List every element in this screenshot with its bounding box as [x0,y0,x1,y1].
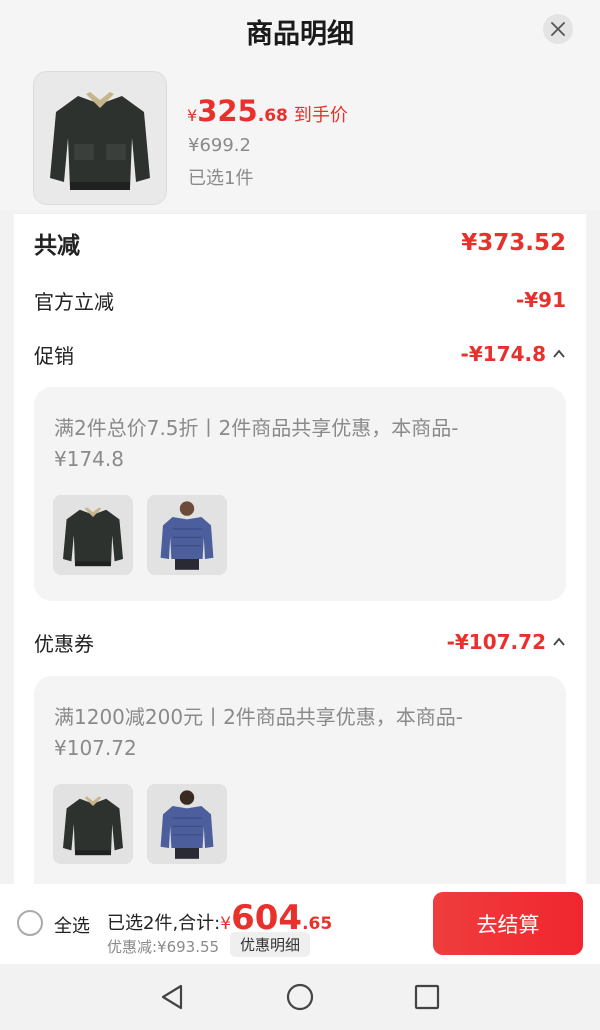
total-discount-row: 共减 ¥373.52 [34,228,566,259]
coupon-label: 优惠券 [34,631,94,656]
coupon-detail-box: 满1200减200元丨2件商品共享优惠，本商品-¥107.72 [34,676,566,884]
system-nav-bar [0,964,600,1030]
discount-breakdown-card: 共减 ¥373.52 官方立减 -¥91 促销 -¥174.8 满2件总价7.5… [14,214,586,884]
select-all-label[interactable]: 全选 [54,912,90,938]
coupon-description: 满1200减200元丨2件商品共享优惠，本商品-¥107.72 [54,705,464,760]
promo-label: 促销 [34,343,74,368]
selected-count: 已选1件 [188,168,254,189]
official-discount-row: 官方立减 -¥91 [34,285,566,315]
close-icon [551,22,565,36]
price-decimal: .68 [257,106,288,126]
blue-puffer-jacket-image [160,790,214,859]
promo-description: 满2件总价7.5折丨2件商品共享优惠，本商品-¥174.8 [54,416,459,471]
checkout-bar: 全选 已选2件,合计:¥604.65 优惠减:¥693.55 优惠明细 去结算 [0,884,600,964]
coupon-row[interactable]: 优惠券 -¥107.72 [34,627,566,657]
back-button[interactable] [157,982,187,1012]
select-all-radio[interactable] [17,910,43,936]
home-button[interactable] [285,982,315,1012]
chevron-up-icon[interactable] [552,347,566,361]
promo-value: -¥174.8 [460,342,546,366]
page-title: 商品明细 [246,19,354,50]
promo-detail-box: 满2件总价7.5折丨2件商品共享优惠，本商品-¥174.8 [34,387,566,601]
price-tag: 到手价 [293,105,348,126]
recents-square-icon [414,984,440,1010]
blue-puffer-jacket-image [160,501,214,570]
selected-total-label: 已选2件,合计: [107,913,221,934]
chevron-up-icon[interactable] [552,635,566,649]
product-image[interactable] [33,71,167,205]
price-integer: 325 [197,94,258,128]
official-discount-value: -¥91 [515,288,566,312]
close-button[interactable] [543,14,573,44]
promo-row[interactable]: 促销 -¥174.8 [34,339,566,369]
total-discount-value: ¥373.52 [461,230,566,256]
leather-jacket-image [63,507,123,567]
checkout-button[interactable]: 去结算 [433,892,583,955]
total-discount-label: 共减 [34,233,80,259]
leather-jacket-image [50,92,150,190]
original-price: ¥699.2 [188,135,251,156]
home-circle-icon [286,983,314,1011]
item-thumbnail-blue-jacket[interactable] [147,495,227,575]
discount-detail-button[interactable]: 优惠明细 [230,932,311,957]
recents-button[interactable] [412,982,442,1012]
item-thumbnail-blue-jacket[interactable] [147,784,227,864]
leather-jacket-image [63,796,123,856]
item-thumbnail-leather-jacket[interactable] [53,495,133,575]
discount-summary: 优惠减:¥693.55 [107,938,220,956]
total-decimal: .65 [302,914,333,934]
coupon-value: -¥107.72 [446,630,546,654]
product-price: ¥325.68 到手价 [187,94,348,128]
item-thumbnail-leather-jacket[interactable] [53,784,133,864]
back-triangle-icon [161,984,183,1010]
official-discount-label: 官方立减 [34,289,114,314]
